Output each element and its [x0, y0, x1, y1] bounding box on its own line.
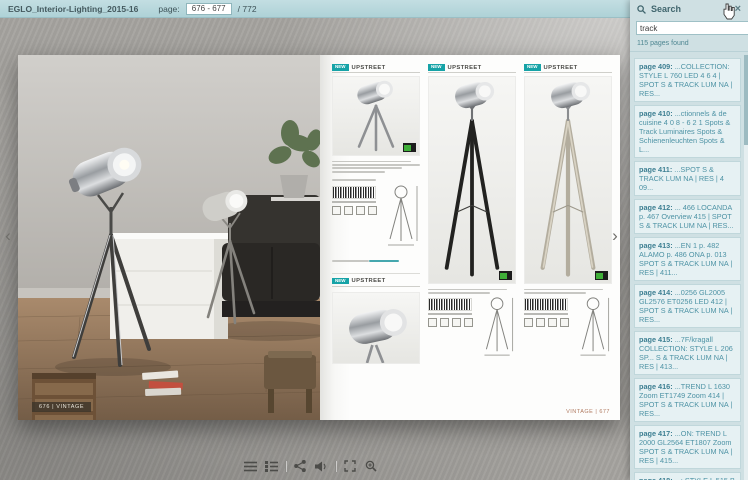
product-column-2: NEW UPSTREET: [428, 63, 516, 406]
product-column-1: NEW UPSTREET: [332, 63, 420, 406]
product-name: UPSTREET: [544, 65, 578, 71]
bottom-toolbar: [243, 459, 378, 473]
search-result-item[interactable]: page 414: ...0256 GL2005 GL2576 ET0256 L…: [634, 284, 741, 328]
search-panel: Search × 115 pages found page 409: ...CO…: [630, 0, 748, 480]
zoom-in-icon[interactable]: [364, 459, 378, 473]
product-photo: [428, 76, 516, 284]
result-page-number: page 414:: [639, 288, 675, 297]
result-page-number: page 416:: [639, 382, 675, 391]
product-description: [524, 287, 612, 295]
sound-icon[interactable]: [314, 459, 328, 473]
barcode: [524, 298, 568, 311]
flipbook-titlebar: EGLO_Interior-Lighting_2015-16 page: / 7…: [0, 0, 630, 18]
product-header: NEW UPSTREET: [332, 63, 420, 73]
new-tag: NEW: [332, 64, 349, 71]
catalog-left-page[interactable]: 676 | VINTAGE: [18, 55, 320, 420]
page-label: page:: [158, 4, 179, 14]
product-column-3: NEW UPSTREET: [524, 63, 612, 406]
spec-icons: [524, 318, 569, 327]
toolbar-separator: [335, 461, 336, 472]
table-of-contents-icon[interactable]: [243, 459, 257, 473]
result-page-number: page 412:: [639, 203, 675, 212]
result-page-number: page 409:: [639, 62, 675, 71]
result-page-number: page 410:: [639, 109, 675, 118]
page-number-input[interactable]: [186, 3, 232, 15]
product-header: NEW UPSTREET: [332, 277, 420, 287]
desktop-background: { "titlebar": { "title": "EGLO_Interior-…: [0, 0, 748, 480]
lamp-spec-line: [332, 179, 376, 181]
barcode-number: [524, 313, 568, 315]
room-photo: [18, 55, 320, 420]
search-result-item[interactable]: page 410: ...ctionnels & de cuisine 4 0 …: [634, 105, 741, 158]
search-panel-header: Search ×: [630, 0, 748, 18]
more-info-line: [332, 251, 420, 269]
page-total: / 772: [238, 4, 257, 14]
barcode-number: [332, 201, 376, 203]
product-description: [332, 159, 420, 174]
search-result-item[interactable]: page 416: ...TREND L 1630 Zoom ET1749 Zo…: [634, 378, 741, 422]
energy-label-icon: [499, 271, 512, 280]
product-name: UPSTREET: [448, 65, 482, 71]
search-result-item[interactable]: page 413: ...EN 1 p. 482 ALAMO p. 486 ON…: [634, 237, 741, 281]
divider: [332, 273, 420, 274]
search-input[interactable]: [636, 21, 748, 35]
product-photo: [332, 292, 420, 364]
search-result-item[interactable]: page 415: ...7F/kragall COLLECTION: STYL…: [634, 331, 741, 375]
spec-icons: [332, 206, 377, 215]
search-result-item[interactable]: page 418: ...: STYLE L 515 B 115 L 115 L…: [634, 472, 741, 480]
dimension-sketch: [482, 295, 516, 359]
new-tag: NEW: [428, 64, 445, 71]
dimension-sketch: [578, 295, 612, 359]
search-panel-title: Search: [651, 4, 681, 14]
previous-page-arrow[interactable]: ‹: [1, 226, 15, 246]
product-photo: [524, 76, 612, 284]
page-spread: 676 | VINTAGE NEW UPSTREET: [18, 55, 620, 420]
barcode-number: [428, 313, 472, 315]
document-title: EGLO_Interior-Lighting_2015-16: [8, 4, 138, 14]
dimension-sketch: [386, 183, 420, 249]
thumbnails-icon[interactable]: [264, 459, 278, 473]
right-page-footer: VINTAGE | 677: [566, 409, 610, 415]
barcode: [428, 298, 472, 311]
share-icon[interactable]: [293, 459, 307, 473]
product-header: NEW UPSTREET: [524, 63, 612, 73]
spec-icons: [428, 318, 473, 327]
product-description: [428, 287, 516, 295]
search-result-item[interactable]: page 409: ...COLLECTION: STYLE L 760 LED…: [634, 58, 741, 102]
search-result-item[interactable]: page 417: ...ON: TREND L 2000 GL2564 ET1…: [634, 425, 741, 469]
energy-label-icon: [403, 143, 416, 152]
toolbar-separator: [285, 461, 286, 472]
result-page-number: page 413:: [639, 241, 675, 250]
results-count: 115 pages found: [630, 38, 748, 52]
fullscreen-icon[interactable]: [343, 459, 357, 473]
new-tag: NEW: [524, 64, 541, 71]
product-photo: [332, 76, 420, 156]
search-icon: [637, 5, 646, 14]
barcode: [332, 186, 376, 199]
product-header: NEW UPSTREET: [428, 63, 516, 73]
next-page-arrow[interactable]: ›: [608, 226, 622, 246]
result-page-number: page 418:: [639, 476, 675, 480]
product-name: UPSTREET: [352, 278, 386, 284]
result-page-number: page 417:: [639, 429, 675, 438]
catalog-right-page[interactable]: NEW UPSTREET: [320, 55, 620, 420]
search-form: [630, 18, 748, 38]
energy-label-icon: [595, 271, 608, 280]
close-icon[interactable]: ×: [735, 4, 741, 14]
product-name: UPSTREET: [352, 65, 386, 71]
search-result-item[interactable]: page 412: ... 466 LOCANDA p. 467 Overvie…: [634, 199, 741, 234]
result-page-number: page 411:: [639, 165, 674, 174]
left-page-footer: 676 | VINTAGE: [32, 402, 91, 412]
search-result-item[interactable]: page 411: ...SPOT S & TRACK LUM NA | RES…: [634, 161, 741, 196]
result-page-number: page 415:: [639, 335, 675, 344]
search-results-list: page 409: ...COLLECTION: STYLE L 760 LED…: [630, 55, 744, 480]
new-tag: NEW: [332, 278, 349, 285]
sidebar-scrollbar-thumb[interactable]: [744, 55, 748, 145]
